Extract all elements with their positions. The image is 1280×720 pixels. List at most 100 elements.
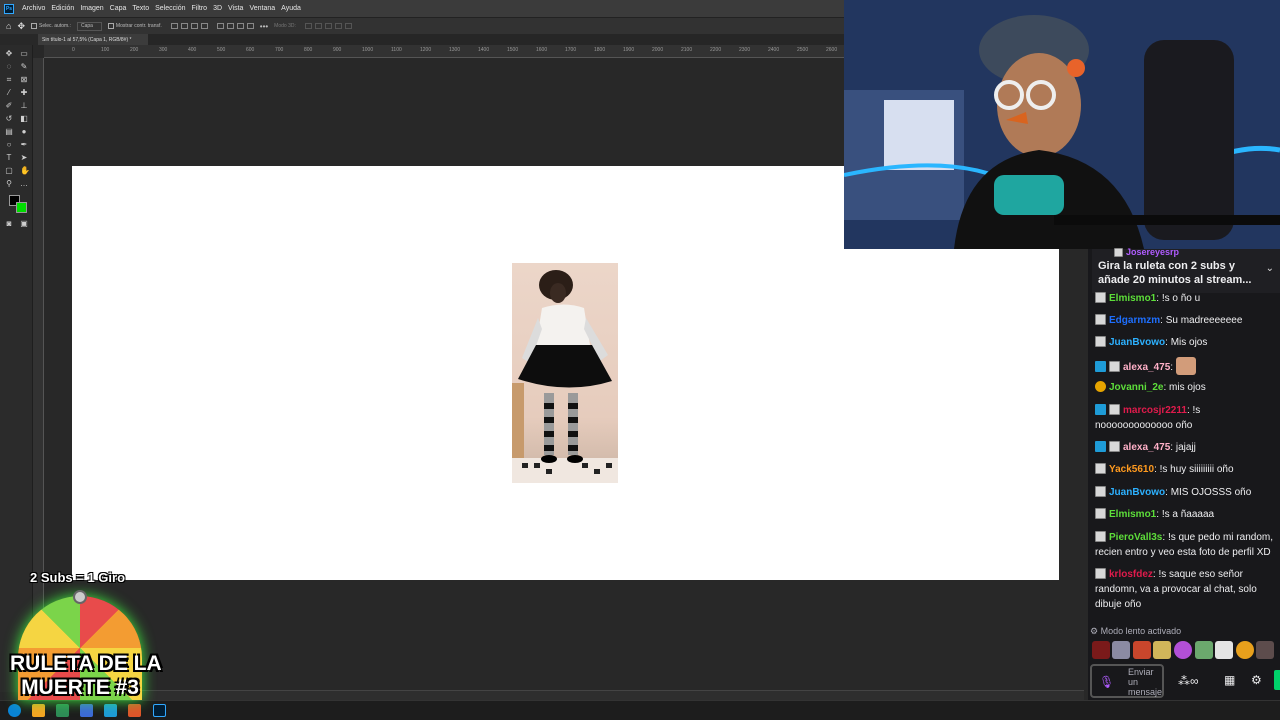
chat-username[interactable]: Yack5610 [1109, 464, 1154, 475]
align-icons[interactable] [168, 23, 208, 29]
taskbar-app-icon[interactable] [104, 704, 117, 717]
chat-message[interactable]: Edgarmzm: Su madreeeeeee [1095, 313, 1280, 328]
quick-select-tool-icon[interactable]: ✎ [20, 63, 28, 71]
chat-message[interactable]: alexa_475: jajajj [1095, 440, 1280, 455]
lasso-tool-icon[interactable]: ◌ [5, 63, 13, 71]
menu-ayuda[interactable]: Ayuda [278, 5, 304, 12]
chat-username[interactable]: Edgarmzm [1109, 315, 1160, 326]
pen-tool-icon[interactable]: ✒ [20, 141, 28, 149]
quick-mask-icon[interactable]: ◙ [5, 220, 13, 228]
more-options-icon[interactable]: ••• [260, 22, 268, 31]
photoshop-logo-icon[interactable]: Ps [4, 3, 14, 14]
chat-username[interactable]: Elmismo1 [1109, 293, 1156, 304]
stamp-tool-icon[interactable]: ⊥ [20, 102, 28, 110]
auto-select-checkbox[interactable]: Selec. autom.: [30, 23, 71, 29]
menu-edicion[interactable]: Edición [48, 5, 77, 12]
background-color-swatch[interactable] [16, 202, 27, 213]
bits-icon[interactable]: ⁂∞ [1178, 674, 1199, 688]
chat-input[interactable]: 🎙 Enviar un mensaje [1090, 664, 1164, 698]
chat-message[interactable]: PieroVall3s: !s que pedo mi random, reci… [1095, 530, 1280, 560]
chat-message[interactable]: Elmismo1: !s o ño u [1095, 291, 1280, 306]
menu-vista[interactable]: Vista [225, 5, 246, 12]
chat-message[interactable]: alexa_475: [1095, 357, 1280, 375]
taskbar-app-icon[interactable] [56, 704, 69, 717]
menu-3d[interactable]: 3D [210, 5, 225, 12]
gradient-tool-icon[interactable]: ▤ [5, 128, 13, 136]
horizontal-scrollbar[interactable] [44, 690, 1084, 700]
placed-photo-layer[interactable] [512, 263, 618, 483]
rectangle-tool-icon[interactable]: ▢ [5, 167, 13, 175]
chat-username[interactable]: Jovanni_2e [1109, 382, 1163, 393]
eraser-tool-icon[interactable]: ◧ [20, 115, 28, 123]
gift-icon[interactable]: ▦ [1224, 673, 1235, 687]
crop-tool-icon[interactable]: ⌗ [5, 76, 13, 84]
chat-username[interactable]: alexa_475 [1123, 442, 1170, 453]
emote-icon[interactable] [1215, 641, 1233, 659]
screen-mode-icon[interactable]: ▣ [20, 220, 28, 228]
3d-tools-icons[interactable] [302, 23, 352, 29]
menu-capa[interactable]: Capa [107, 5, 130, 12]
chat-username[interactable]: PieroVall3s [1109, 532, 1162, 543]
emote-icon[interactable] [1112, 641, 1130, 659]
emote-icon[interactable] [1256, 641, 1274, 659]
brush-tool-icon[interactable]: ✐ [5, 102, 13, 110]
document-tab[interactable]: Sin título-1 al 57,5% (Capa 1, RGB/8#) * [38, 34, 148, 45]
dodge-tool-icon[interactable]: ○ [5, 141, 13, 149]
hand-tool-icon[interactable]: ✋ [20, 167, 30, 175]
show-transform-checkbox[interactable]: Mostrar contr. transf. [107, 23, 162, 29]
artboard-tool-icon[interactable]: ▭ [20, 50, 28, 58]
chat-username[interactable]: marcosjr2211 [1123, 405, 1187, 416]
chat-input-placeholder: Enviar un mensaje [1128, 667, 1163, 697]
healing-brush-tool-icon[interactable]: ✚ [20, 89, 28, 97]
move-tool-icon[interactable]: ✥ [17, 21, 25, 32]
move-tool-icon[interactable]: ✥ [5, 50, 13, 58]
history-brush-tool-icon[interactable]: ↺ [5, 115, 13, 123]
path-select-tool-icon[interactable]: ➤ [20, 154, 28, 162]
photoshop-taskbar-icon[interactable] [153, 704, 166, 717]
chat-message[interactable]: Yack5610: !s huy siiiiiiiii oño [1095, 462, 1280, 477]
blur-tool-icon[interactable]: ● [20, 128, 28, 136]
chat-message[interactable]: Elmismo1: !s a ñaaaaa [1095, 507, 1280, 522]
menu-filtro[interactable]: Filtro [189, 5, 211, 12]
chat-send-button[interactable] [1274, 670, 1280, 690]
type-tool-icon[interactable]: T [5, 154, 13, 162]
gold-badge-icon [1095, 381, 1106, 392]
chat-username[interactable]: Elmismo1 [1109, 509, 1156, 520]
chevron-down-icon[interactable]: ⌄ [1266, 263, 1274, 274]
taskbar-app-icon[interactable] [80, 704, 93, 717]
microphone-icon[interactable]: 🎙 [1099, 675, 1114, 689]
menu-imagen[interactable]: Imagen [77, 5, 106, 12]
emote-icon[interactable] [1092, 641, 1110, 659]
pinned-message[interactable]: Josereyesrp Gira la ruleta con 2 subs y … [1092, 247, 1280, 293]
emote-icon[interactable] [1153, 641, 1171, 659]
menu-archivo[interactable]: Archivo [19, 5, 48, 12]
edit-toolbar-icon[interactable]: … [20, 180, 28, 188]
emote-icon[interactable] [1174, 641, 1192, 659]
chat-username[interactable]: JuanBvowo [1109, 337, 1165, 348]
frame-tool-icon[interactable]: ⊠ [20, 76, 28, 84]
gear-icon[interactable]: ⚙ [1251, 673, 1262, 687]
menu-texto[interactable]: Texto [129, 5, 152, 12]
chat-message[interactable]: krlosfdez: !s saque eso señor randomn, v… [1095, 567, 1280, 612]
chat-message[interactable]: JuanBvowo: MIS OJOSSS oño [1095, 485, 1280, 500]
menu-ventana[interactable]: Ventana [246, 5, 278, 12]
emote-icon[interactable] [1133, 641, 1151, 659]
menu-seleccion[interactable]: Selección [152, 5, 188, 12]
chat-message[interactable]: JuanBvowo: Mis ojos [1095, 335, 1280, 350]
emote-icon[interactable] [1236, 641, 1254, 659]
home-icon[interactable]: ⌂ [6, 21, 11, 31]
distribute-icons[interactable] [214, 23, 254, 29]
chat-username[interactable]: alexa_475 [1123, 362, 1170, 373]
chat-message[interactable]: Jovanni_2e: mis ojos [1095, 380, 1280, 395]
zoom-tool-icon[interactable]: ⚲ [5, 180, 13, 188]
chat-username[interactable]: krlosfdez [1109, 569, 1153, 580]
file-explorer-icon[interactable] [32, 704, 45, 717]
layer-select-dropdown[interactable]: Capa [76, 21, 102, 31]
taskbar-app-icon[interactable] [128, 704, 141, 717]
edge-browser-icon[interactable] [8, 704, 21, 717]
ruler-label: 2400 [768, 47, 780, 53]
eyedropper-tool-icon[interactable]: ⁄ [5, 89, 13, 97]
chat-username[interactable]: JuanBvowo [1109, 487, 1165, 498]
chat-message[interactable]: marcosjr2211: !s nooooooooooooo oño [1095, 403, 1280, 433]
emote-icon[interactable] [1195, 641, 1213, 659]
